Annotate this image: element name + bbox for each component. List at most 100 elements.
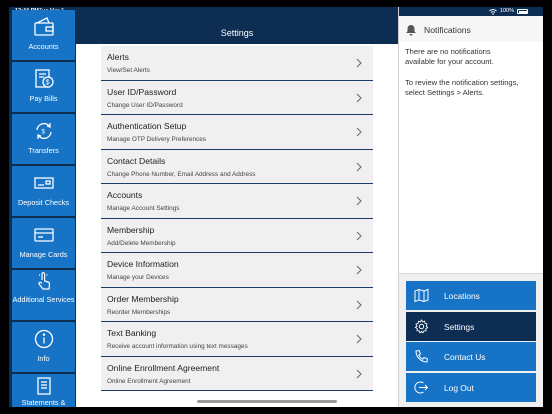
row-subtitle: Receive account information using text m… xyxy=(107,343,248,350)
page-title: Settings xyxy=(220,28,254,38)
info-icon xyxy=(12,329,75,349)
chevron-right-icon xyxy=(356,300,362,309)
card-icon xyxy=(12,225,75,245)
settings-row-online-enrollment-agreement[interactable]: Online Enrollment Agreement Online Enrol… xyxy=(101,356,373,391)
settings-panel: Alerts View/Set Alerts User ID/Password … xyxy=(76,44,398,407)
settings-row-order-membership[interactable]: Order Membership Reorder Memberships xyxy=(101,287,373,322)
contact-us-label: Contact Us xyxy=(444,352,486,362)
settings-button[interactable]: Settings xyxy=(406,312,536,341)
page-header: Settings xyxy=(76,7,398,44)
chevron-right-icon xyxy=(356,369,362,378)
row-subtitle: Manage your Devices xyxy=(107,274,169,281)
row-subtitle: View/Set Alerts xyxy=(107,67,150,74)
sidebar-item-deposit-checks[interactable]: Deposit Checks xyxy=(12,166,75,216)
locations-label: Locations xyxy=(444,291,480,301)
hand-pointer-icon xyxy=(12,272,75,292)
chevron-right-icon xyxy=(356,58,362,68)
device-frame: 12:44 PM Tue Mar 3 Accounts $ Pay Bills … xyxy=(0,0,552,414)
chevron-right-icon xyxy=(356,162,362,171)
settings-row-device-information[interactable]: Device Information Manage your Devices xyxy=(101,253,373,288)
row-title: Authentication Setup xyxy=(107,121,187,131)
sidebar-item-label: Statements & xyxy=(21,398,66,407)
notifications-title: Notifications xyxy=(424,25,471,35)
settings-list: Alerts View/Set Alerts User ID/Password … xyxy=(101,46,373,391)
bell-icon xyxy=(406,25,416,36)
settings-row-text-banking[interactable]: Text Banking Receive account information… xyxy=(101,322,373,357)
settings-row-user-id-password[interactable]: User ID/Password Change User ID/Password xyxy=(101,80,373,115)
gear-icon xyxy=(414,319,429,334)
sidebar-item-pay-bills[interactable]: $ Pay Bills xyxy=(12,62,75,112)
row-title: Alerts xyxy=(107,52,129,62)
svg-text:$: $ xyxy=(45,80,49,87)
row-subtitle: Change User ID/Password xyxy=(107,101,183,109)
notifications-help-message: To review the notification settings, sel… xyxy=(405,78,541,98)
chevron-right-icon xyxy=(356,265,362,275)
map-icon xyxy=(414,288,429,303)
row-subtitle: Online Enrollment Agreement xyxy=(107,377,191,385)
home-indicator[interactable] xyxy=(197,400,337,403)
log-out-label: Log Out xyxy=(444,383,474,393)
row-title: User ID/Password xyxy=(107,86,177,97)
screen: 12:44 PM Tue Mar 3 Accounts $ Pay Bills … xyxy=(9,7,543,407)
battery-icon xyxy=(517,9,528,14)
row-subtitle: Reorder Memberships xyxy=(107,308,171,316)
empty-line-1: There are no notifications xyxy=(405,47,491,56)
status-indicators: 100% xyxy=(489,7,528,16)
row-subtitle: Add/Delete Membership xyxy=(107,239,176,247)
wifi-icon xyxy=(489,8,497,15)
sidebar-item-statements[interactable]: Statements & xyxy=(12,374,75,407)
sidebar-item-label: Manage Cards xyxy=(19,250,68,259)
sidebar-item-label: Additional Services xyxy=(12,295,75,304)
settings-row-contact-details[interactable]: Contact Details Change Phone Number, Ema… xyxy=(101,149,373,184)
sidebar-item-label: Deposit Checks xyxy=(17,198,70,207)
sidebar-item-additional-services[interactable]: Additional Services xyxy=(12,270,75,320)
battery-percent: 100% xyxy=(499,8,514,14)
settings-row-alerts[interactable]: Alerts View/Set Alerts xyxy=(101,46,373,81)
sidebar-item-label: Pay Bills xyxy=(29,94,58,103)
svg-text:$: $ xyxy=(41,130,45,136)
sidebar-item-manage-cards[interactable]: Manage Cards xyxy=(12,218,75,268)
notifications-empty-message: There are no notifications available for… xyxy=(405,47,541,67)
settings-row-membership[interactable]: Membership Add/Delete Membership xyxy=(101,218,373,253)
notifications-panel: 100% Notifications There are no notifica… xyxy=(398,7,543,407)
status-bar-right: 100% xyxy=(399,7,543,16)
help-line-2: select Settings > Alerts. xyxy=(405,88,485,97)
chevron-right-icon xyxy=(356,196,362,206)
sidebar-item-label: Transfers xyxy=(28,146,59,155)
settings-label: Settings xyxy=(444,322,475,332)
transfer-icon: $ xyxy=(12,121,75,141)
row-subtitle: Manage Account Settings xyxy=(107,205,180,212)
row-title: Order Membership xyxy=(107,293,179,304)
chevron-right-icon xyxy=(356,127,362,137)
chevron-right-icon xyxy=(356,334,362,344)
sidebar-item-label: Info xyxy=(37,354,50,363)
row-title: Accounts xyxy=(107,190,143,200)
phone-icon xyxy=(415,349,429,363)
row-subtitle: Manage OTP Delivery Preferences xyxy=(107,136,206,143)
log-out-button[interactable]: Log Out xyxy=(406,373,536,402)
help-line-1: To review the notification settings, xyxy=(405,78,519,87)
logout-icon xyxy=(414,381,429,394)
empty-line-2: available for your account. xyxy=(405,57,494,66)
chevron-right-icon xyxy=(356,231,362,240)
check-icon xyxy=(12,173,75,193)
statement-icon xyxy=(12,377,75,397)
sidebar: 12:44 PM Tue Mar 3 Accounts $ Pay Bills … xyxy=(9,7,543,407)
quick-menu: Locations Settings Contact Us Log Out xyxy=(399,273,543,407)
settings-row-authentication-setup[interactable]: Authentication Setup Manage OTP Delivery… xyxy=(101,115,373,150)
sidebar-item-label: Accounts xyxy=(28,42,59,51)
sidebar-item-transfers[interactable]: $ Transfers xyxy=(12,114,75,164)
notifications-header: Notifications xyxy=(399,16,543,42)
contact-us-button[interactable]: Contact Us xyxy=(406,342,536,371)
row-title: Contact Details xyxy=(107,155,166,166)
sidebar-item-accounts[interactable]: Accounts xyxy=(12,10,75,60)
row-title: Online Enrollment Agreement xyxy=(107,362,220,373)
row-title: Device Information xyxy=(107,259,179,269)
settings-row-accounts[interactable]: Accounts Manage Account Settings xyxy=(101,184,373,219)
bill-icon: $ xyxy=(12,69,75,89)
sidebar-item-info[interactable]: Info xyxy=(12,322,75,372)
row-title: Membership xyxy=(107,224,155,235)
locations-button[interactable]: Locations xyxy=(406,281,536,310)
wallet-icon xyxy=(12,17,75,37)
chevron-right-icon xyxy=(356,93,362,102)
